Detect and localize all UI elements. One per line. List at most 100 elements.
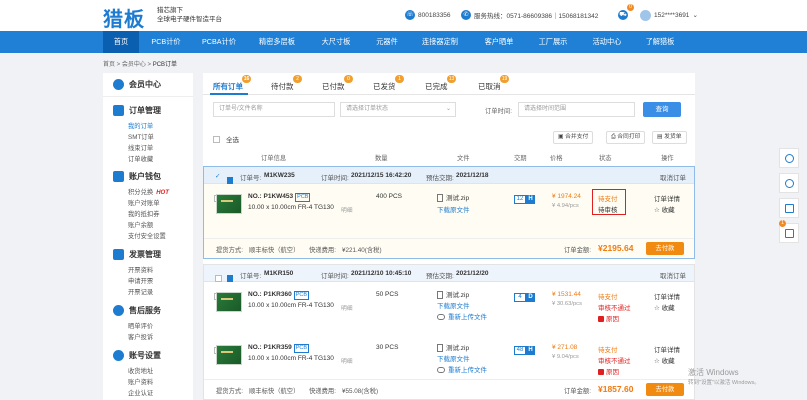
query-button[interactable]: 查询 — [643, 102, 681, 117]
sidebar-item-invoice-records[interactable]: 开票记录 — [128, 287, 153, 296]
payment-status: 待支付 — [598, 294, 618, 301]
favorite-link[interactable]: ☆ 收藏 — [654, 204, 675, 214]
sidebar-item-review[interactable]: 晒单评价 — [128, 321, 153, 330]
sidebar-section-invoice: 发票管理 — [113, 249, 161, 260]
site-logo[interactable]: 猎板 — [103, 3, 145, 32]
delivery-label: 预估交期: — [426, 175, 454, 182]
item-detail-link[interactable]: 明细 — [341, 205, 353, 214]
crumb-member[interactable]: 会员中心 — [122, 62, 146, 68]
float-qrcode[interactable] — [779, 198, 799, 218]
wallet-icon — [113, 171, 124, 182]
item-file[interactable]: 测试.zip — [437, 342, 469, 353]
order-detail-link[interactable]: 订单详情 — [654, 344, 680, 354]
nav-large-board[interactable]: 大尺寸板 — [312, 31, 360, 53]
sidebar-item-balance[interactable]: 账户余额 — [128, 220, 153, 229]
order-time: 2021/12/10 10:45:10 — [351, 270, 412, 277]
sidebar-item-my-orders[interactable]: 我的订单 — [128, 121, 153, 130]
nav-showcase[interactable]: 客户晒单 — [475, 31, 523, 53]
download-file-link[interactable]: 下载原文件 — [437, 204, 470, 214]
nav-activity[interactable]: 活动中心 — [584, 31, 630, 53]
sidebar-header[interactable]: 会员中心 — [103, 73, 193, 97]
time-range-input[interactable]: 请选择时间范围 — [518, 102, 635, 117]
item-spec: 10.00 x 10.00cm FR-4 TG130 — [248, 355, 334, 362]
favorite-link[interactable]: ☆ 收藏 — [654, 302, 675, 312]
avatar — [640, 9, 651, 21]
order-search-input[interactable]: 订单号/文件名称 — [213, 102, 335, 117]
cart-count-badge: 0 — [627, 4, 634, 11]
nav-factory[interactable]: 工厂展示 — [527, 31, 579, 53]
float-qq[interactable] — [779, 148, 799, 168]
sidebar-item-points[interactable]: 积分兑换 HOT — [128, 187, 169, 196]
pay-button[interactable]: 去付款 — [646, 242, 684, 255]
sidebar-item-invoice-info[interactable]: 开票资料 — [128, 265, 153, 274]
sidebar-item-pay-security[interactable]: 支付安全设置 — [128, 231, 166, 240]
breadcrumb: 首页 > 会员中心 > PCB订单 — [103, 62, 178, 68]
select-all[interactable]: 全选 — [213, 134, 239, 144]
nav-about[interactable]: 了解猎板 — [636, 31, 684, 53]
item-file[interactable]: 测试.zip — [437, 289, 469, 300]
tab-badge: 2 — [293, 75, 302, 83]
tab-cancelled[interactable]: 已取消 19 — [478, 75, 509, 92]
main-nav: 首页 PCB计价 PCBA计价 精密多层板 大尺寸板 元器件 连接器定制 客户晒… — [0, 31, 807, 53]
reupload-link[interactable]: 重新上传文件 — [437, 364, 487, 374]
headset-icon: ✆ — [461, 10, 471, 20]
cancel-order-link[interactable]: 取消订单 — [660, 172, 686, 182]
sidebar-item-harness-orders[interactable]: 线束订单 — [128, 143, 153, 152]
reason-link[interactable]: 原因 — [598, 366, 619, 376]
sidebar-item-profile[interactable]: 账户资料 — [128, 377, 153, 386]
sidebar-section-after-sale: 售后服务 — [113, 305, 161, 316]
tab-paid[interactable]: 已付款 0 — [322, 75, 353, 92]
tab-completed[interactable]: 已完成 13 — [425, 75, 456, 92]
order-detail-link[interactable]: 订单详情 — [654, 193, 680, 203]
merge-pay-button[interactable]: ▣ 合并支付 — [553, 131, 594, 144]
sidebar-item-statement[interactable]: 账户对账单 — [128, 198, 159, 207]
sidebar-section-orders: 订单管理 — [113, 105, 161, 116]
item-detail-link[interactable]: 明细 — [341, 303, 353, 312]
item-file[interactable]: 测试.zip — [437, 192, 469, 203]
user-menu[interactable]: 152****3691 ⌄ — [640, 9, 698, 21]
item-detail-link[interactable]: 明细 — [341, 356, 353, 365]
tab-all-orders[interactable]: 所有订单 16 — [213, 75, 251, 92]
sidebar: 会员中心 订单管理 我的订单 SMT订单 线束订单 订单收藏 账户钱包 积分兑换… — [103, 73, 193, 400]
favorite-link[interactable]: ☆ 收藏 — [654, 355, 675, 365]
float-phone[interactable] — [779, 173, 799, 193]
crumb-home[interactable]: 首页 — [103, 62, 115, 68]
phone-info: ☏ 800183356 — [405, 9, 451, 21]
sidebar-item-coupons[interactable]: 我的抵扣券 — [128, 209, 159, 218]
tab-pending-payment[interactable]: 待付款 2 — [271, 75, 302, 92]
qrcode-icon — [785, 204, 794, 213]
nav-pcba-quote[interactable]: PCBA计价 — [195, 31, 243, 53]
top-header: 猎板 猎芯旗下 全球电子硬件智造平台 ☏ 800183356 ✆ 服务热线：05… — [0, 0, 807, 31]
upload-icon — [437, 367, 445, 374]
nav-multilayer[interactable]: 精密多层板 — [250, 31, 304, 53]
item-unit-price: ¥ 9.04/pcs — [552, 354, 579, 360]
cancel-order-link[interactable]: 取消订单 — [660, 270, 686, 280]
check-icon[interactable]: ✓ — [215, 172, 220, 180]
tab-shipped[interactable]: 已发货 1 — [373, 75, 404, 92]
ship-note-button[interactable]: ▤ 发货单 — [652, 131, 687, 144]
sidebar-item-apply-invoice[interactable]: 申请开票 — [128, 276, 153, 285]
phone-number: 800183356 — [418, 11, 451, 19]
sidebar-item-fav-orders[interactable]: 订单收藏 — [128, 154, 153, 163]
pay-button[interactable]: 去付款 — [646, 383, 684, 396]
sidebar-item-address[interactable]: 收货地址 — [128, 366, 153, 375]
status-select[interactable]: 请选择订单状态 ⌄ — [340, 102, 456, 117]
download-file-link[interactable]: 下载原文件 — [437, 353, 470, 363]
reupload-link[interactable]: 重新上传文件 — [437, 311, 487, 321]
nav-components[interactable]: 元器件 — [365, 31, 409, 53]
nav-connector[interactable]: 连接器定制 — [412, 31, 468, 53]
download-file-link[interactable]: 下载原文件 — [437, 300, 470, 310]
reason-link[interactable]: 原因 — [598, 313, 619, 323]
select-all-checkbox[interactable] — [213, 135, 220, 143]
sidebar-item-complaint[interactable]: 客户投诉 — [128, 332, 153, 341]
col-status: 状态 — [599, 155, 612, 162]
sidebar-item-enterprise[interactable]: 企业认证 — [128, 388, 153, 397]
order-detail-link[interactable]: 订单详情 — [654, 291, 680, 301]
fee-label: 快递费用: — [309, 388, 336, 395]
item-spec: 10.00 x 10.00cm FR-4 TG130 — [248, 302, 334, 309]
nav-home[interactable]: 首页 — [103, 31, 139, 53]
contract-print-button[interactable]: ⎙ 合同打印 — [606, 131, 646, 144]
lead-time: 12 H — [514, 194, 535, 204]
sidebar-item-smt-orders[interactable]: SMT订单 — [128, 132, 154, 141]
nav-pcb-quote[interactable]: PCB计价 — [143, 31, 189, 53]
